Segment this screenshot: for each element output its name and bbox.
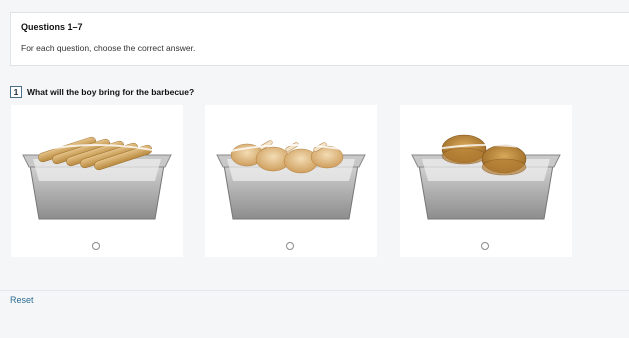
option-c[interactable] bbox=[400, 105, 572, 257]
option-a-radio[interactable] bbox=[92, 242, 100, 250]
chicken-legs-tray-image bbox=[216, 140, 366, 220]
instructions-panel: Questions 1–7 For each question, choose … bbox=[10, 12, 629, 66]
option-a[interactable] bbox=[11, 105, 183, 257]
burgers-tray-image bbox=[411, 134, 561, 220]
question-header: 1 What will the boy bring for the barbec… bbox=[10, 85, 194, 99]
question-text: What will the boy bring for the barbecue… bbox=[27, 87, 195, 97]
question-number: 1 bbox=[10, 86, 22, 98]
footer-divider bbox=[0, 290, 629, 291]
sausages-tray-image bbox=[22, 136, 172, 220]
instructions-title: Questions 1–7 bbox=[21, 22, 83, 32]
page: Questions 1–7 For each question, choose … bbox=[0, 0, 629, 338]
option-b-radio[interactable] bbox=[286, 242, 294, 250]
reset-link[interactable]: Reset bbox=[10, 295, 34, 305]
instructions-text: For each question, choose the correct an… bbox=[21, 43, 196, 53]
option-b[interactable] bbox=[205, 105, 377, 257]
option-c-radio[interactable] bbox=[481, 242, 489, 250]
